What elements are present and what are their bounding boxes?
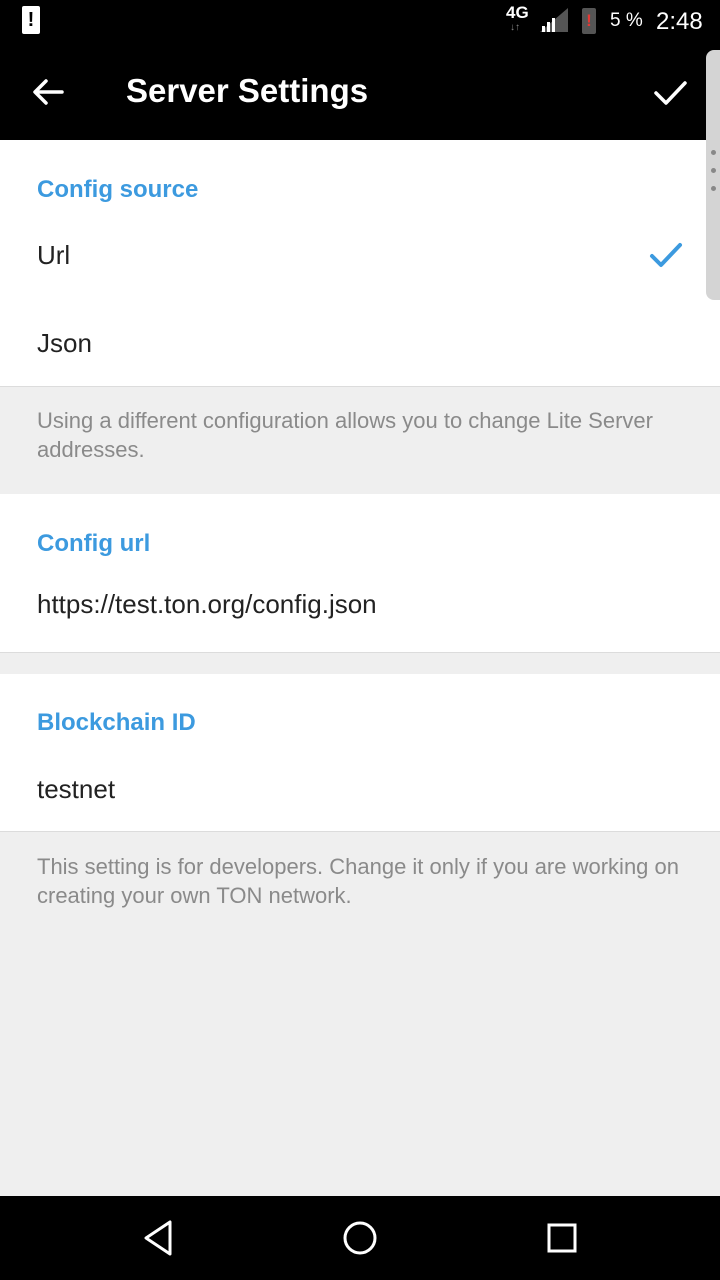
blockchain-id-section: Blockchain ID testnet [0, 674, 720, 832]
notification-icon: ! [22, 6, 40, 34]
config-source-section: Config source Url Json [0, 140, 720, 387]
checkmark-icon[interactable] [646, 68, 694, 116]
blockchain-id-field[interactable]: testnet [0, 758, 720, 822]
network-arrows-icon: ↓↑ [510, 22, 520, 33]
app-toolbar: Server Settings [0, 44, 720, 140]
navigation-bar [0, 1196, 720, 1280]
status-bar: ! 4G ↓↑ ! 5 % 2:48 [0, 0, 720, 44]
battery-percent: 5 % [610, 10, 643, 31]
home-circle-icon[interactable] [336, 1214, 384, 1262]
selected-check-icon [650, 243, 682, 267]
config-url-header: Config url [37, 530, 151, 557]
signal-icon [540, 8, 568, 32]
battery-alert-icon: ! [582, 8, 596, 34]
page-title: Server Settings [126, 72, 369, 109]
config-url-value: https://test.ton.org/config.json [37, 589, 377, 619]
blockchain-id-header: Blockchain ID [37, 709, 196, 736]
clock: 2:48 [656, 8, 703, 35]
arrow-left-icon[interactable] [24, 68, 72, 116]
edge-panel-handle[interactable] [706, 50, 720, 300]
config-source-hint: Using a different configuration allows y… [37, 408, 653, 462]
blockchain-id-hint: This setting is for developers. Change i… [37, 854, 679, 908]
config-url-section: Config url https://test.ton.org/config.j… [0, 494, 720, 653]
recents-square-icon[interactable] [538, 1214, 586, 1262]
network-type-label: 4G [506, 3, 529, 22]
option-json[interactable]: Json [0, 300, 720, 386]
config-url-field[interactable]: https://test.ton.org/config.json [0, 578, 720, 642]
blockchain-id-value: testnet [37, 774, 116, 804]
option-json-label: Json [37, 328, 92, 358]
option-url-label: Url [37, 240, 71, 270]
back-triangle-icon[interactable] [134, 1214, 182, 1262]
config-source-header: Config source [37, 176, 199, 203]
option-url[interactable]: Url [0, 212, 720, 300]
